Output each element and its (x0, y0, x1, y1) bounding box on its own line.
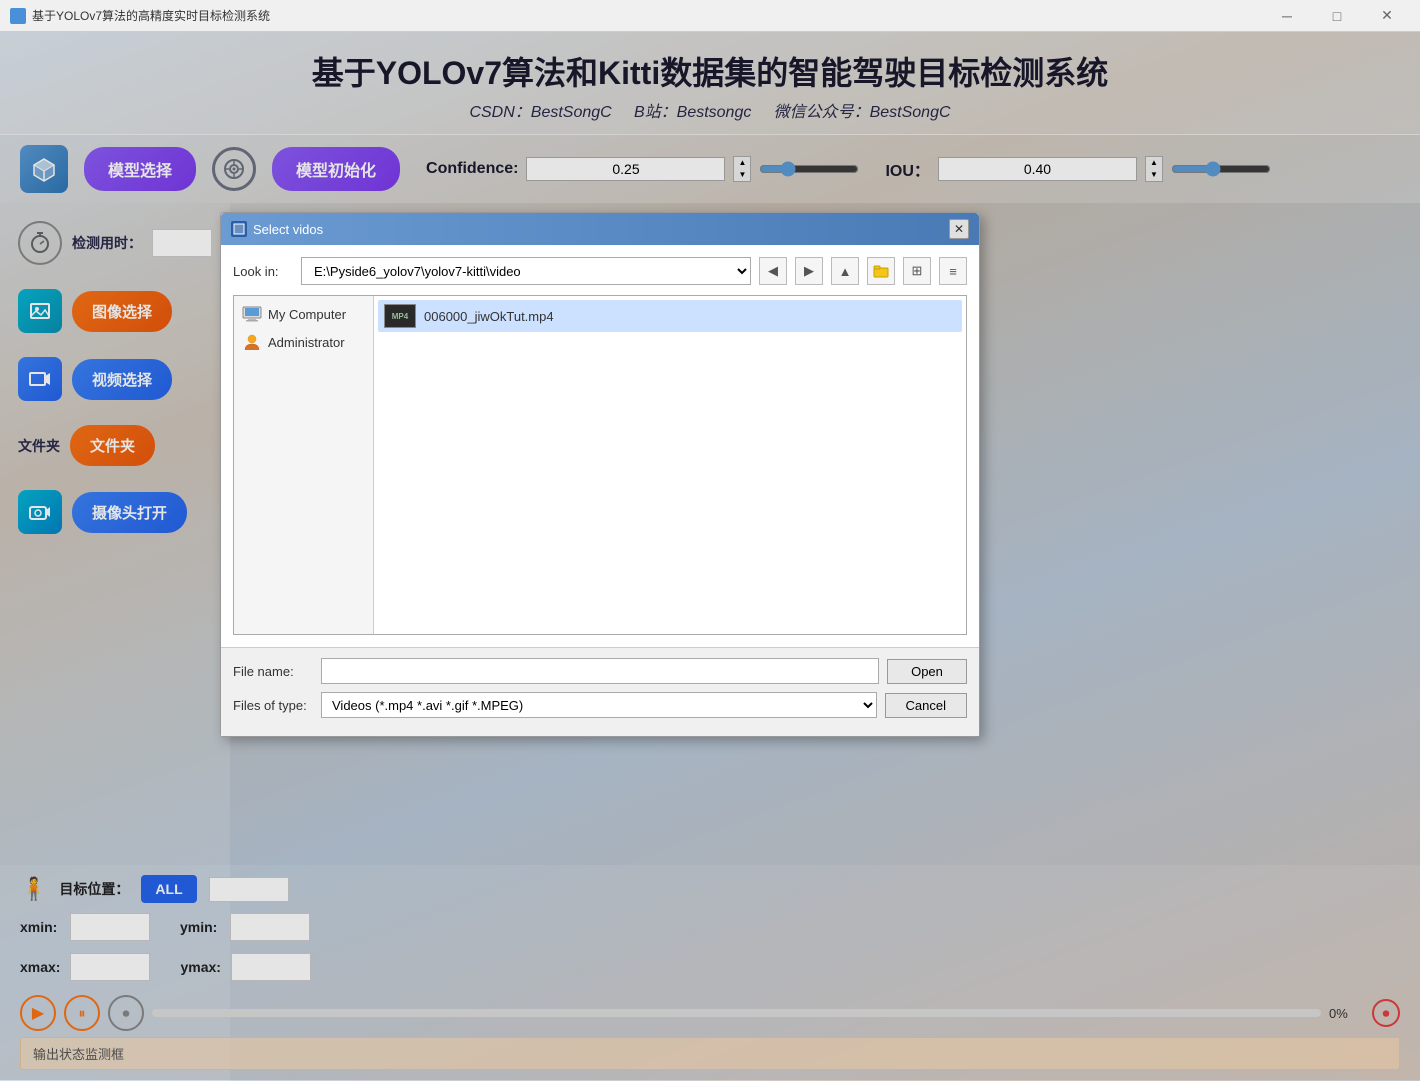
dialog-body: Look in: E:\Pyside6_yolov7\yolov7-kitti\… (221, 245, 979, 647)
file-name-label-text: File name: (233, 664, 313, 679)
nav-grid-button[interactable]: ⊞ (903, 257, 931, 285)
dialog-footer: File name: Open Files of type: Videos (*… (221, 647, 979, 736)
select-vidos-dialog: Select vidos ✕ Look in: E:\Pyside6_yolov… (220, 212, 980, 737)
window-title: 基于YOLOv7算法的高精度实时目标检测系统 (32, 7, 270, 24)
file-name-input[interactable] (321, 658, 879, 684)
look-in-row: Look in: E:\Pyside6_yolov7\yolov7-kitti\… (233, 257, 967, 285)
nav-up-button[interactable]: ▲ (831, 257, 859, 285)
dialog-title-left: Select vidos (231, 221, 323, 237)
open-button[interactable]: Open (887, 659, 967, 684)
tree-item-mycomputer[interactable]: My Computer (238, 300, 369, 328)
dialog-icon (231, 221, 247, 237)
dialog-close-button[interactable]: ✕ (949, 219, 969, 239)
dialog-overlay: Select vidos ✕ Look in: E:\Pyside6_yolov… (0, 32, 1420, 1080)
nav-list-button[interactable]: ≡ (939, 257, 967, 285)
video-thumbnail: MP4 (384, 304, 416, 328)
app-container: 基于YOLOv7算法和Kitti数据集的智能驾驶目标检测系统 CSDN：Best… (0, 32, 1420, 1080)
tree-item-administrator[interactable]: Administrator (238, 328, 369, 356)
dialog-title-bar: Select vidos ✕ (221, 213, 979, 245)
minimize-button[interactable]: ─ (1264, 0, 1310, 32)
files-of-type-row: Files of type: Videos (*.mp4 *.avi *.gif… (233, 692, 967, 718)
app-icon (10, 8, 26, 24)
title-bar-left: 基于YOLOv7算法的高精度实时目标检测系统 (10, 7, 270, 24)
dialog-title: Select vidos (253, 222, 323, 237)
nav-folder-button[interactable] (867, 257, 895, 285)
file-list: MP4 006000_jiwOkTut.mp4 (374, 296, 966, 634)
file-browser: My Computer Administrator (233, 295, 967, 635)
file-name-row: File name: Open (233, 658, 967, 684)
look-in-label: Look in: (233, 264, 293, 279)
file-item-video[interactable]: MP4 006000_jiwOkTut.mp4 (378, 300, 962, 332)
files-of-type-label: Files of type: (233, 698, 313, 713)
title-bar: 基于YOLOv7算法的高精度实时目标检测系统 ─ □ ✕ (0, 0, 1420, 32)
maximize-button[interactable]: □ (1314, 0, 1360, 32)
administrator-label: Administrator (268, 335, 345, 350)
title-bar-controls: ─ □ ✕ (1264, 0, 1410, 32)
user-icon (242, 334, 262, 350)
nav-back-button[interactable]: ◀ (759, 257, 787, 285)
path-dropdown[interactable]: E:\Pyside6_yolov7\yolov7-kitti\video (301, 257, 751, 285)
file-name-label: 006000_jiwOkTut.mp4 (424, 309, 554, 324)
nav-forward-button[interactable]: ▶ (795, 257, 823, 285)
file-tree: My Computer Administrator (234, 296, 374, 634)
cancel-button[interactable]: Cancel (885, 693, 967, 718)
computer-icon (242, 306, 262, 322)
close-button[interactable]: ✕ (1364, 0, 1410, 32)
filetype-select[interactable]: Videos (*.mp4 *.avi *.gif *.MPEG) (321, 692, 877, 718)
mycomputer-label: My Computer (268, 307, 346, 322)
